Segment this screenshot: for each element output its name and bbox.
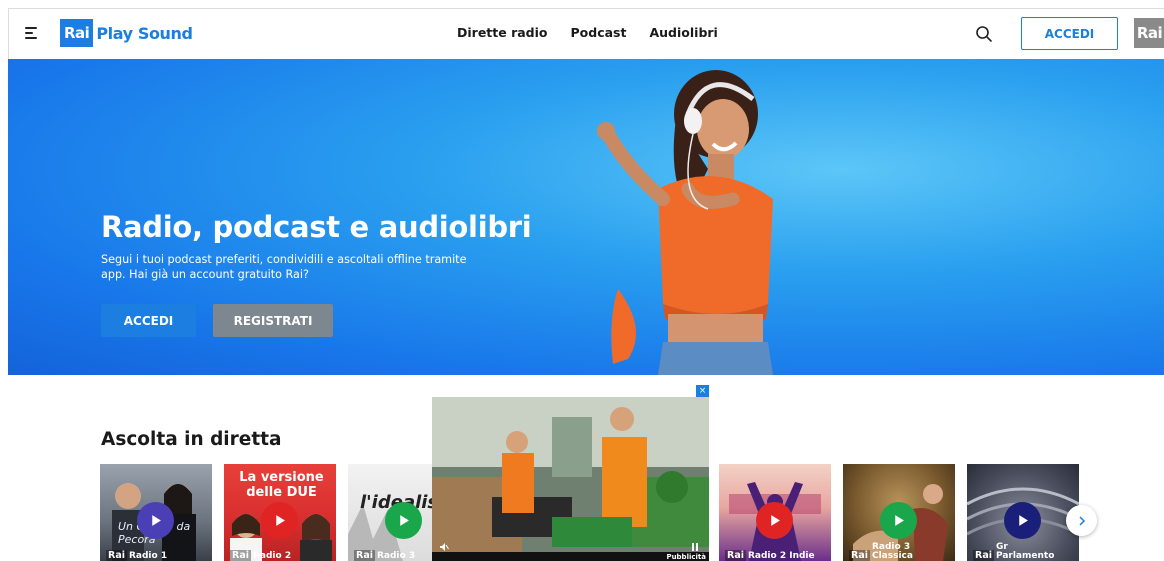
play-button-icon[interactable] bbox=[385, 502, 422, 539]
pause-icon[interactable] bbox=[690, 537, 700, 551]
card-art-title: La versione delle DUE bbox=[239, 470, 324, 500]
card-channel-label: Rai Gr Parlamento bbox=[973, 543, 1066, 561]
card-channel-name: Gr Parlamento bbox=[995, 542, 1055, 561]
card-channel-label: Rai Radio 2 Indie bbox=[725, 550, 815, 561]
live-section-title: Ascolta in diretta bbox=[101, 429, 282, 450]
card-channel-name: Radio 2 Indie bbox=[747, 551, 815, 561]
play-button-icon[interactable] bbox=[880, 502, 917, 539]
top-header: Rai Play Sound Dirette radio Podcast Aud… bbox=[8, 8, 1164, 59]
card-channel-name: Radio 3 bbox=[376, 551, 416, 561]
card-channel-name: Radio 1 bbox=[128, 551, 168, 561]
mute-icon[interactable] bbox=[439, 537, 449, 551]
card-channel-label: Rai Radio 1 bbox=[106, 550, 167, 561]
page: Rai Play Sound Dirette radio Podcast Aud… bbox=[0, 0, 1164, 561]
carousel-next-chevron-icon[interactable] bbox=[1066, 505, 1097, 536]
nav-audiolibri[interactable]: Audiolibri bbox=[649, 25, 717, 40]
rai-portal-logo[interactable]: Rai bbox=[1134, 18, 1164, 48]
ad-close-icon[interactable]: × bbox=[696, 385, 709, 397]
hero-subtitle: Segui i tuoi podcast preferiti, condivid… bbox=[101, 253, 467, 281]
card-channel-label: Rai Radio 3 bbox=[354, 550, 415, 561]
nav-dirette-radio[interactable]: Dirette radio bbox=[457, 25, 548, 40]
live-card-radio1[interactable]: Un Giorno da Pecora Rai Radio 1 bbox=[100, 464, 212, 561]
play-button-icon[interactable] bbox=[756, 502, 793, 539]
card-rai-mark: Rai bbox=[230, 550, 251, 561]
card-rai-mark: Rai bbox=[973, 550, 994, 561]
logo-rai-mark: Rai bbox=[60, 19, 94, 47]
hero-title: Radio, podcast e audiolibri bbox=[101, 210, 532, 244]
card-channel-name: Radio 2 bbox=[252, 551, 292, 561]
hero-accedi-button[interactable]: ACCEDI bbox=[101, 304, 196, 337]
hamburger-menu-icon[interactable] bbox=[25, 25, 41, 41]
card-channel-label: Rai Radio 3 Classica bbox=[849, 543, 942, 561]
ad-video-frame bbox=[432, 397, 709, 561]
hero-registrati-button[interactable]: REGISTRATI bbox=[213, 304, 333, 337]
accedi-header-button[interactable]: ACCEDI bbox=[1021, 17, 1118, 50]
ad-pubblicita-label: Pubblicità bbox=[666, 553, 706, 561]
nav-podcast[interactable]: Podcast bbox=[571, 25, 627, 40]
card-channel-label: Rai Radio 2 bbox=[230, 550, 291, 561]
search-icon[interactable] bbox=[975, 25, 993, 43]
card-rai-mark: Rai bbox=[354, 550, 375, 561]
live-card-radio3-classica[interactable]: Rai Radio 3 Classica bbox=[843, 464, 955, 561]
main-nav: Dirette radio Podcast Audiolibri bbox=[457, 25, 741, 40]
raiplaysound-logo[interactable]: Rai Play Sound bbox=[60, 19, 193, 47]
play-button-icon[interactable] bbox=[137, 502, 174, 539]
play-button-icon[interactable] bbox=[1004, 502, 1041, 539]
card-rai-mark: Rai bbox=[849, 550, 870, 561]
logo-wordmark: Play Sound bbox=[96, 23, 193, 43]
live-card-gr-parlamento[interactable]: Rai Gr Parlamento bbox=[967, 464, 1079, 561]
hero-woman-headphones-image bbox=[597, 70, 773, 375]
card-rai-mark: Rai bbox=[106, 550, 127, 561]
play-button-icon[interactable] bbox=[261, 502, 298, 539]
hero-banner: Radio, podcast e audiolibri Segui i tuoi… bbox=[8, 59, 1164, 375]
live-card-radio2[interactable]: La versione delle DUE Rai Radio 2 bbox=[224, 464, 336, 561]
live-card-radio2-indie[interactable]: Rai Radio 2 Indie bbox=[719, 464, 831, 561]
card-channel-name: Radio 3 Classica bbox=[871, 542, 913, 561]
card-rai-mark: Rai bbox=[725, 550, 746, 561]
video-ad-player[interactable]: Pubblicità bbox=[432, 397, 709, 561]
